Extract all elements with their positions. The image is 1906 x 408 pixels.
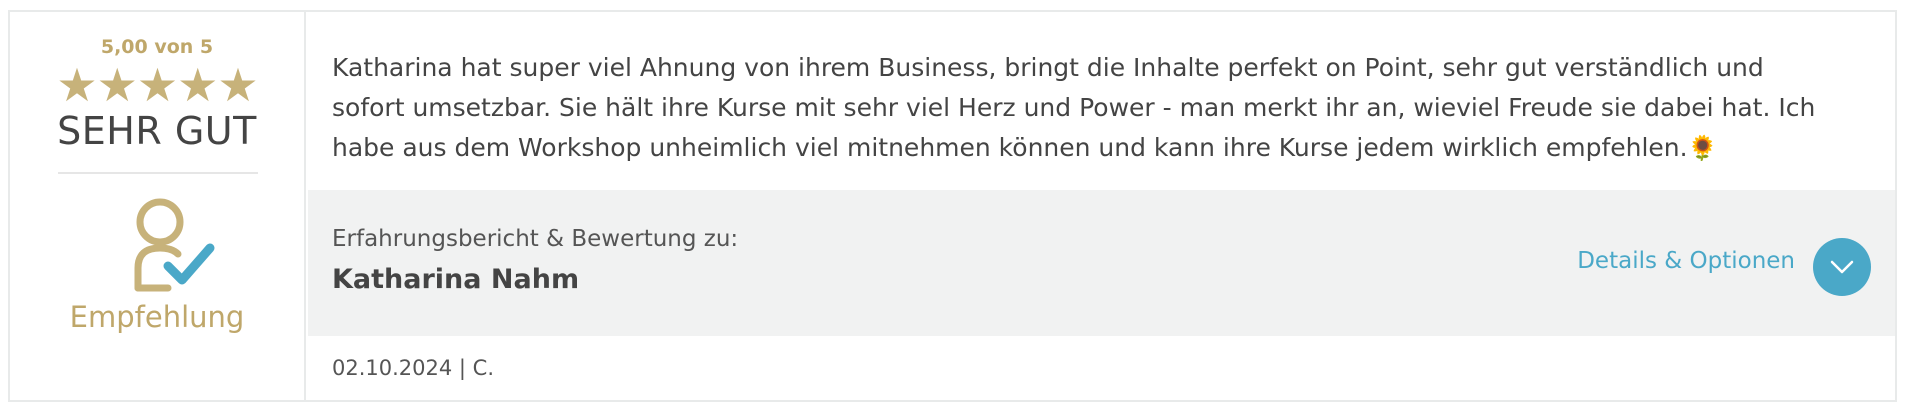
chevron-down-icon (1830, 260, 1854, 274)
user-check-icon (128, 196, 218, 296)
star-icon: ★ (96, 58, 138, 112)
details-options-link[interactable]: Details & Optionen (1577, 248, 1795, 274)
author-name: Katharina Nahm (332, 264, 580, 295)
review-card: 5,00 von 5 ★★★★★ SEHR GUT Empfehlung Kat… (8, 10, 1897, 402)
author-label: Erfahrungsbericht & Bewertung zu: (332, 226, 739, 252)
review-column: Katharina hat super viel Ahnung von ihre… (308, 12, 1895, 400)
review-text: Katharina hat super viel Ahnung von ihre… (332, 48, 1835, 168)
rating-verdict: SEHR GUT (57, 109, 257, 153)
divider (58, 172, 258, 174)
rating-column: 5,00 von 5 ★★★★★ SEHR GUT Empfehlung (10, 12, 306, 400)
details-toggle-button[interactable] (1813, 238, 1871, 296)
sunflower-emoji: 🌻 (1687, 134, 1718, 162)
review-body: Katharina hat super viel Ahnung von ihre… (332, 53, 1816, 162)
rating-stars: ★★★★★ (10, 62, 304, 108)
rating-score: 5,00 von 5 (100, 36, 214, 58)
star-icon: ★ (136, 58, 178, 112)
star-icon: ★ (56, 58, 97, 112)
star-icon: ★ (217, 58, 258, 112)
review-date: 02.10.2024 | C. (332, 356, 495, 380)
recommendation-label: Empfehlung (69, 300, 245, 334)
star-icon: ★ (177, 58, 218, 112)
author-section: Erfahrungsbericht & Bewertung zu: Kathar… (308, 190, 1895, 336)
